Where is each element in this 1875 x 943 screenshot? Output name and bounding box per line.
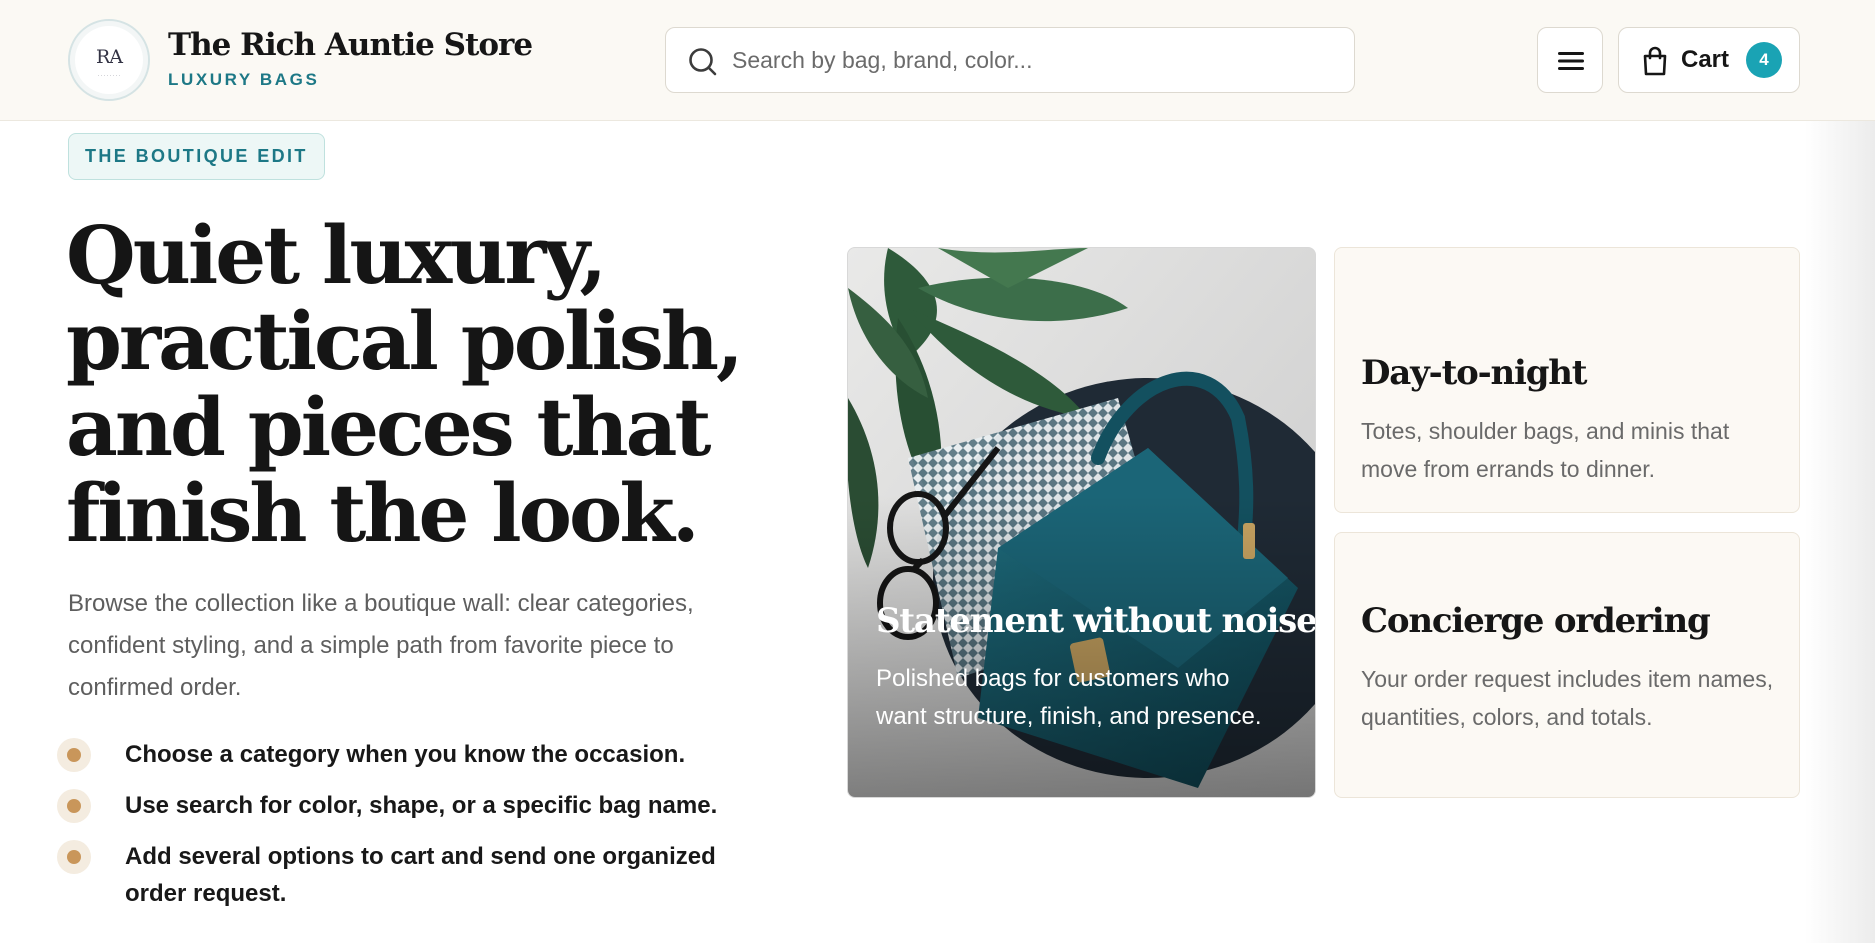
search-input[interactable] [732,42,1332,78]
card-description: Totes, shoulder bags, and minis that mov… [1361,418,1730,482]
card-title: Day-to-night [1361,353,1588,393]
brand-name[interactable]: The Rich Auntie Store [168,27,533,63]
hero-description: Browse the collection like a boutique wa… [68,590,694,701]
hero-bullet-list: Choose a category when you know the occa… [57,736,777,926]
eyebrow-badge: THE BOUTIQUE EDIT [68,133,325,180]
menu-button[interactable] [1537,27,1603,93]
statement-photo-card[interactable]: Statement without noise Polished bags fo… [847,247,1316,798]
bullet-item: Use search for color, shape, or a specif… [57,787,777,824]
cart-label: Cart [1681,46,1730,73]
card-description: Your order request includes item names, … [1361,666,1774,730]
search-bar[interactable] [665,27,1355,93]
day-to-night-card[interactable]: Day-to-night Totes, shoulder bags, and m… [1334,247,1800,513]
card-title: Concierge ordering [1361,601,1711,641]
site-header: RA · · · · · · · · The Rich Auntie Store… [0,0,1875,121]
hero-title: Quiet luxury, practical polish, and piec… [66,208,744,560]
logo-monogram: RA [95,46,123,68]
bullet-dot-icon [57,789,91,823]
bullet-item: Add several options to cart and send one… [57,838,777,912]
photo-card-description: Polished bags for customers who want str… [876,665,1262,730]
bullet-text: Add several options to cart and send one… [125,843,716,907]
bullet-dot-icon [57,738,91,772]
photo-card-title: Statement without noise [876,601,1316,641]
hamburger-menu-icon [1558,52,1584,70]
brand-tagline: LUXURY BAGS [168,70,320,89]
concierge-ordering-card[interactable]: Concierge ordering Your order request in… [1334,532,1800,798]
bullet-item: Choose a category when you know the occa… [57,736,777,773]
search-icon [689,48,717,76]
bullet-text: Use search for color, shape, or a specif… [125,792,718,819]
cart-button[interactable]: Cart 4 [1618,27,1800,93]
store-logo[interactable]: RA · · · · · · · · [68,19,150,101]
cart-count-badge: 4 [1746,42,1782,78]
page-edge-fade [1805,0,1875,943]
logo-fine-print: · · · · · · · · [97,73,121,79]
shopping-bag-icon [1643,46,1667,76]
bullet-dot-icon [57,840,91,874]
bullet-text: Choose a category when you know the occa… [125,741,686,768]
